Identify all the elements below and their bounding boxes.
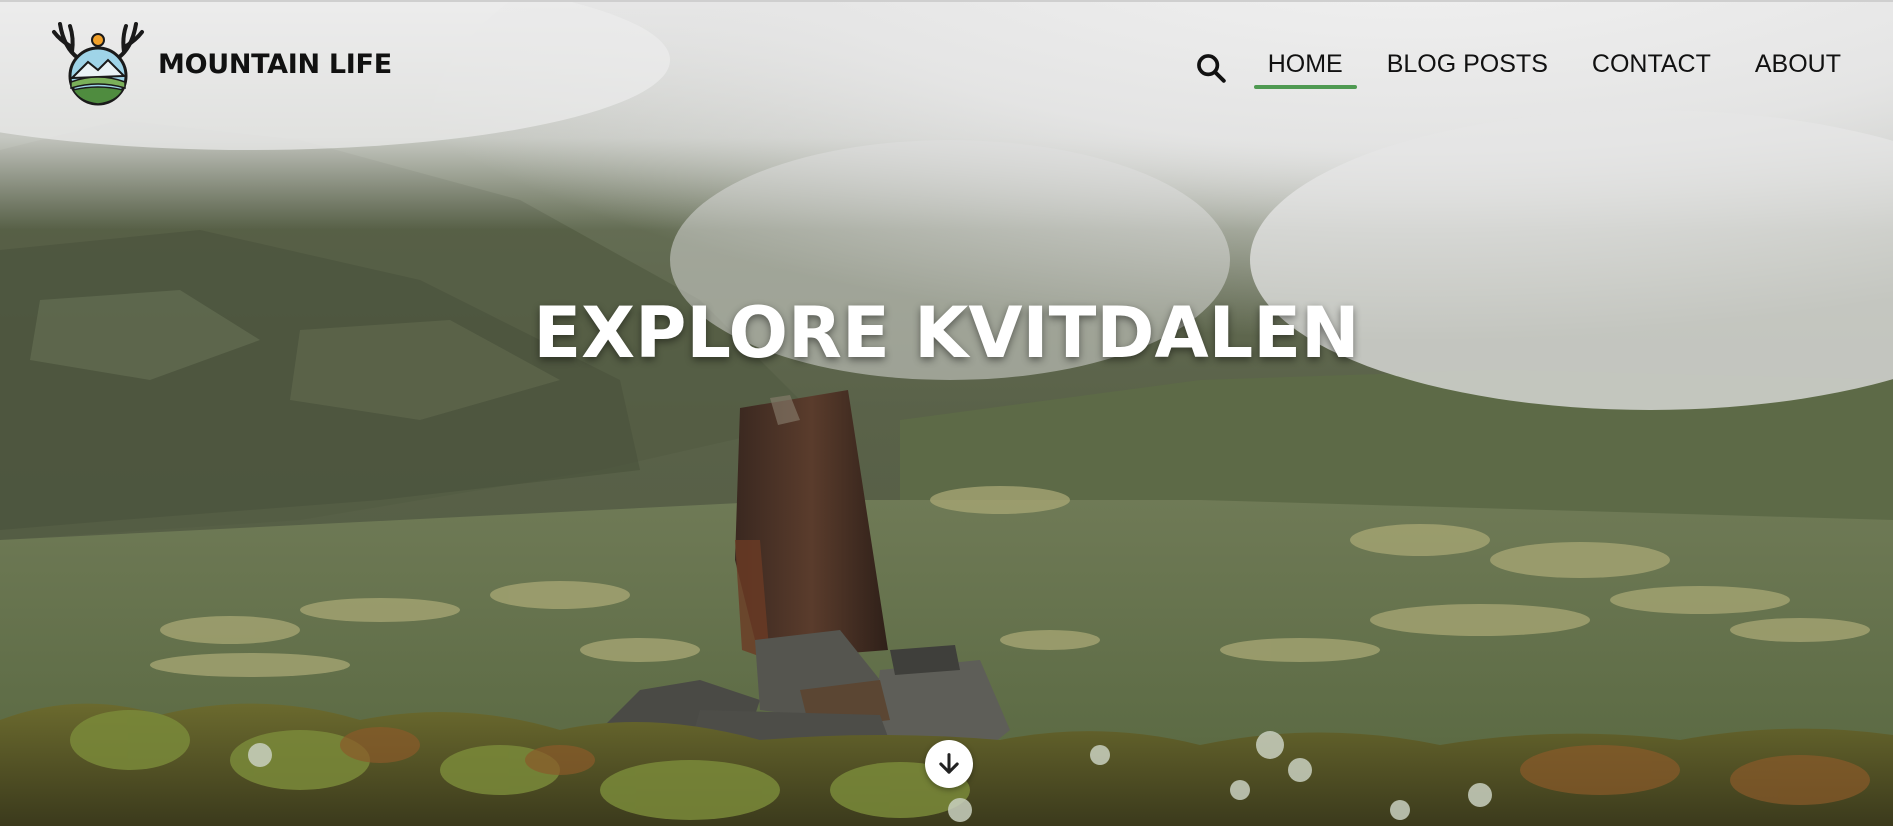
nav-item-blog-posts[interactable]: BLOG POSTS	[1385, 46, 1550, 89]
nav-item-about[interactable]: ABOUT	[1753, 46, 1843, 89]
nav-item-home[interactable]: HOME	[1253, 46, 1357, 89]
search-icon[interactable]	[1194, 51, 1228, 85]
scroll-down-button[interactable]	[925, 740, 973, 788]
main-nav: HOME BLOG POSTS CONTACT ABOUT	[1194, 46, 1843, 89]
mountain-antler-logo-icon	[52, 22, 144, 106]
brand-link[interactable]: MOUNTAIN LIFE	[50, 18, 392, 110]
nav-item-contact[interactable]: CONTACT	[1590, 46, 1713, 89]
arrow-down-icon	[939, 753, 959, 774]
hero-background-image	[0, 0, 1893, 826]
brand-name: MOUNTAIN LIFE	[158, 48, 392, 80]
hero-title: EXPLORE KVITDALEN	[533, 292, 1360, 374]
hero-section: MOUNTAIN LIFE HOME BLOG POSTS CONTACT AB…	[0, 0, 1893, 826]
site-header: MOUNTAIN LIFE HOME BLOG POSTS CONTACT AB…	[0, 0, 1893, 120]
